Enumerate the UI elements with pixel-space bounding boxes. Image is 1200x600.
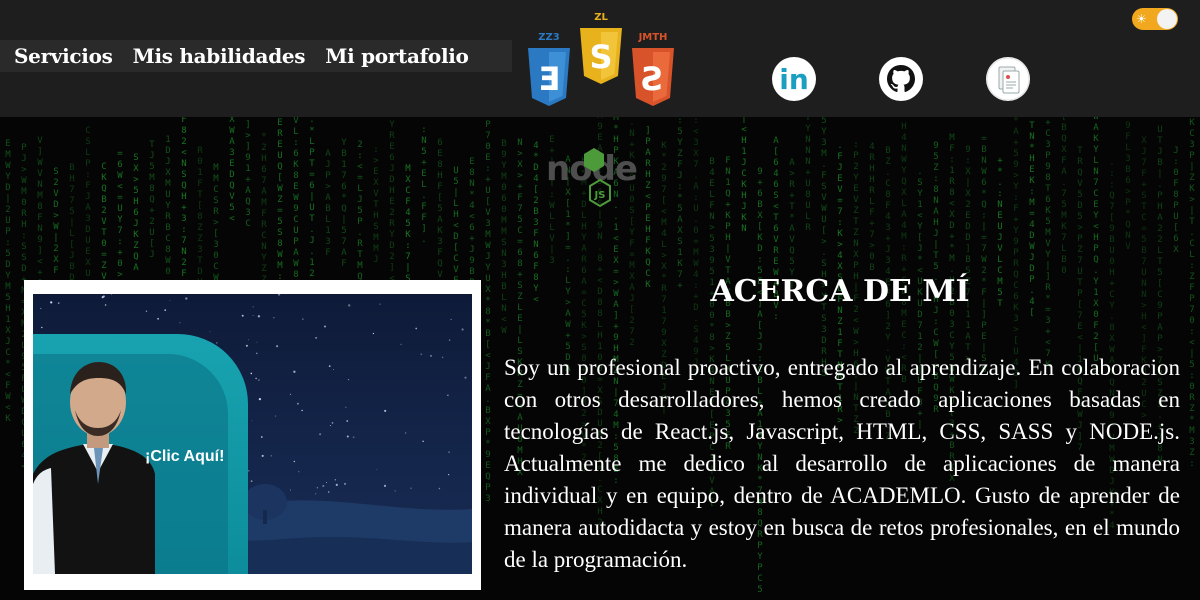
matrix-column: : > E X V T H S M M J: [373, 145, 379, 265]
matrix-column: + C 3 P 9 8 T 6 K 5 M V Y | ] R * = 3 + …: [1045, 118, 1051, 370]
matrix-column: E M W Y D | 2 U P : 5 D Y M 5 H 1 X J C …: [5, 139, 11, 424]
html5-logo-icon: JMTH Ƨ: [630, 32, 676, 108]
css3-glyph: Ǝ: [538, 60, 560, 98]
css3-label: ZZ3: [538, 32, 560, 43]
nodejs-badge: JS: [594, 190, 606, 201]
matrix-column: : < 3 X 7 . A : U . 0 = M W 4 : + D . S …: [693, 116, 699, 379]
matrix-column: Y B 1 7 6 * Q | 5 7 A F: [341, 138, 347, 269]
matrix-column: P 7 0 E : + U [ V 3 M W J Y U X * 8 * B …: [485, 120, 491, 504]
github-icon: [880, 58, 922, 100]
matrix-column: 4 * D 4 [ 2 B 3 F N 6 F 8 Y <: [533, 141, 539, 305]
matrix-column: H 9 F L 3 B 6 > P * Q N V: [1125, 110, 1131, 252]
matrix-column: 9 : X | X 2 E D D ] B S Z 7 | 1 1 A T >: [965, 145, 971, 364]
matrix-column: B 9 Y M 0 6 0 M M S N 3 H B L N < W: [501, 139, 507, 336]
site-header: Servicios Mis habilidades Mi portafolio …: [0, 0, 1200, 117]
nav-item-mis-habilidades[interactable]: Mis habilidades: [133, 44, 306, 68]
matrix-column: ] > ] 9 1 + A Q 3 C: [245, 120, 251, 229]
document-icon: [986, 57, 1030, 101]
nav-item-servicios[interactable]: Servicios: [14, 44, 113, 68]
linkedin-glyph: in: [779, 63, 809, 96]
linkedin-icon: in: [773, 58, 815, 100]
github-link[interactable]: [879, 57, 923, 101]
sun-icon: ☀: [1136, 12, 1147, 26]
cv-document-link[interactable]: [986, 57, 1030, 101]
presenter-photo: [33, 362, 155, 574]
matrix-column: H 4 N W Y Q X L A 4 M : R + C B 8 M E C …: [901, 122, 907, 385]
matrix-column: [ B Q X F A . 7 5 M K 7 L B 0: [1061, 112, 1067, 276]
matrix-column: C K Q B 2 V T 0 = Z V F: [101, 162, 107, 293]
matrix-column: S X > 5 H 6 J K Z Q A: [133, 153, 139, 273]
main-nav: Servicios Mis habilidades Mi portafolio: [0, 40, 512, 72]
matrix-column: * A + 5 9 > Y : F + Y 9 P R Q C 6 K 3 > …: [1013, 116, 1019, 390]
matrix-column: T J 5 M 8 Q + 2 U [ J: [149, 140, 155, 260]
matrix-column: = B N W 6 * Q : | = 7 W 2 * F | ] P E | …: [981, 134, 987, 375]
matrix-column: 7 T N * H E K : M = 4 D W J D P . 4 [: [1029, 110, 1035, 318]
theme-toggle[interactable]: ☀: [1132, 8, 1178, 30]
html5-label: JMTH: [638, 32, 668, 43]
tech-logos: ZZ3 Ǝ ZL S JMTH Ƨ: [522, 12, 682, 114]
matrix-column: | < H 1 J C K H J K N: [741, 114, 747, 234]
matrix-column: K C 3 P | Z K > | T . C L : Z F P 7 0 : …: [1189, 118, 1195, 469]
matrix-column: A > R + T * A V Q 5 Y |: [789, 158, 795, 289]
intro-video-thumbnail[interactable]: ¡Clic Aquí!: [33, 294, 472, 574]
javascript-label: ZL: [594, 12, 608, 23]
matrix-column: 5 Y 3 M . F S V W U [ > . S H > Y T S 3 …: [821, 116, 827, 379]
matrix-column: F 8 2 < N S Q H + 3 : 7 N 2 F 7: [181, 115, 187, 290]
matrix-column: S 2 V D > W | 2 X F: [53, 167, 59, 276]
javascript-glyph: S: [589, 38, 612, 76]
nodejs-logo-icon: node JS: [544, 142, 656, 214]
linkedin-link[interactable]: in: [772, 57, 816, 101]
matrix-column: W A K Y L N 7 C E Y < H P Q . Y 1 X 0 F …: [1093, 112, 1099, 375]
matrix-column: X W A 3 E D Q V 5 <: [229, 115, 235, 224]
clic-aqui-label[interactable]: ¡Clic Aquí!: [145, 448, 224, 466]
about-title: ACERCA DE MÍ: [710, 274, 970, 309]
matrix-column: : N 5 + E L . F F ] .: [421, 125, 427, 245]
intro-video-card[interactable]: ¡Clic Aquí!: [24, 280, 481, 590]
matrix-column: 4 R H H R L F + 7 > 0 B: [869, 142, 875, 273]
matrix-column: J : 0 F 8 P U [ 6 X: [1173, 146, 1179, 255]
css3-logo-icon: ZZ3 Ǝ: [526, 32, 572, 108]
html5-glyph: Ƨ: [641, 60, 664, 98]
nav-item-mi-portafolio[interactable]: Mi portafolio: [325, 44, 469, 68]
about-paragraph: Soy un profesional proactivo, entregado …: [504, 355, 1180, 572]
matrix-column: T Y N N N + U 8 U L R: [805, 113, 811, 233]
toggle-knob: [1157, 9, 1177, 29]
matrix-column: A J P > A B L 1 3 F: [325, 149, 331, 258]
matrix-column: : 5 Y Z F J : * 5 A X S 1 K 7 +: [677, 116, 683, 291]
javascript-logo-icon: ZL S: [578, 12, 624, 86]
